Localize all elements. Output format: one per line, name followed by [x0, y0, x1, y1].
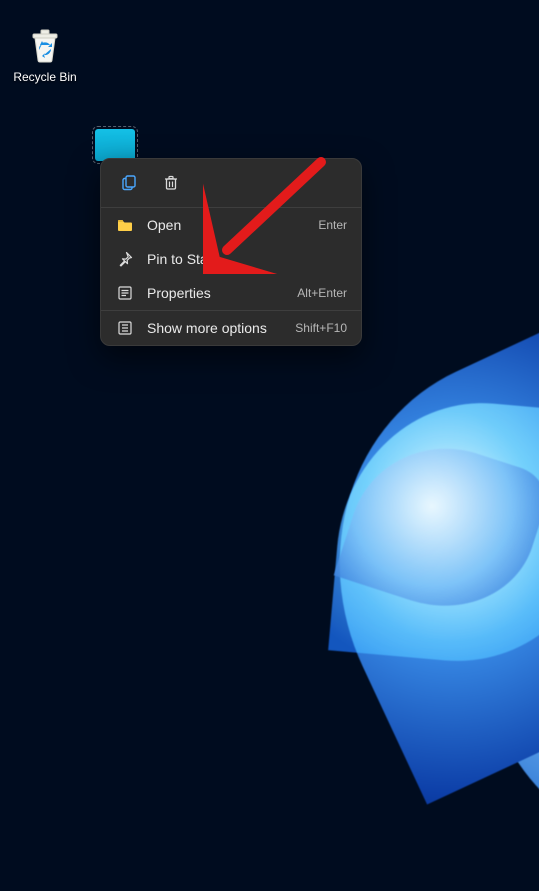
more-options-icon [115, 319, 135, 337]
copy-button[interactable] [115, 169, 143, 197]
desktop-icon-label: Recycle Bin [10, 70, 80, 84]
menu-item-open[interactable]: Open Enter [101, 208, 361, 242]
menu-item-label: Show more options [147, 320, 283, 336]
menu-item-label: Open [147, 217, 306, 233]
copy-icon [120, 174, 138, 192]
menu-item-shortcut: Enter [318, 218, 347, 232]
folder-open-icon [115, 216, 135, 234]
menu-item-label: Pin to Start [147, 251, 335, 267]
recycle-bin-icon [23, 22, 67, 66]
selected-folder[interactable] [95, 129, 135, 161]
menu-item-show-more-options[interactable]: Show more options Shift+F10 [101, 311, 361, 345]
desktop-icon-recycle-bin[interactable]: Recycle Bin [10, 22, 80, 84]
context-menu-quick-actions [101, 159, 361, 207]
menu-item-shortcut: Alt+Enter [297, 286, 347, 300]
delete-button[interactable] [157, 169, 185, 197]
menu-item-shortcut: Shift+F10 [295, 321, 347, 335]
menu-item-label: Properties [147, 285, 285, 301]
trash-icon [162, 174, 180, 192]
pin-icon [115, 250, 135, 268]
menu-item-pin-to-start[interactable]: Pin to Start [101, 242, 361, 276]
context-menu: Open Enter Pin to Start Properties Alt+E… [100, 158, 362, 346]
menu-item-properties[interactable]: Properties Alt+Enter [101, 276, 361, 310]
properties-icon [115, 284, 135, 302]
